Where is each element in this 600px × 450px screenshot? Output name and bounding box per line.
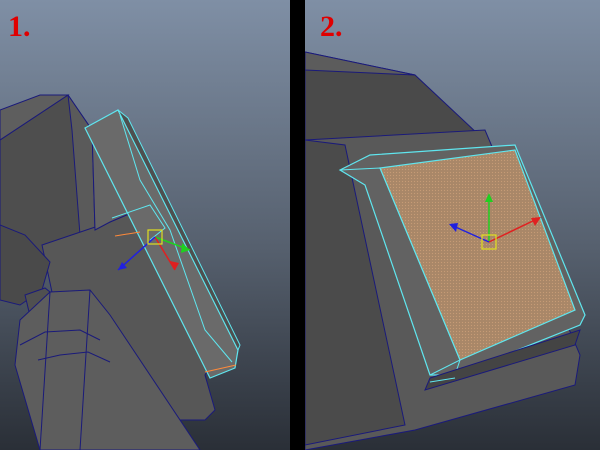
viewport-divider xyxy=(290,0,305,450)
viewport-panel-2[interactable]: 2. xyxy=(305,0,600,450)
viewport-1-scene[interactable] xyxy=(0,0,290,450)
viewport-panel-1[interactable]: 1. xyxy=(0,0,290,450)
viewport-2-scene[interactable] xyxy=(305,0,600,450)
panel-label-2: 2. xyxy=(320,10,343,43)
panel-label-1: 1. xyxy=(8,10,31,43)
